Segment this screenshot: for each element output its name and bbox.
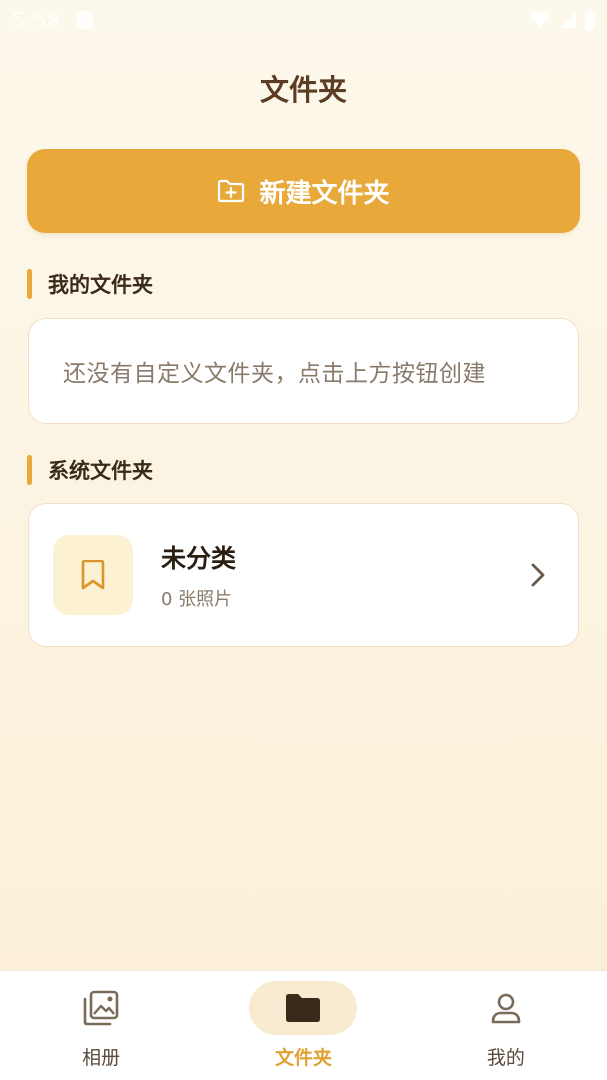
status-bar: 5:58 (0, 0, 607, 40)
chevron-right-icon (531, 563, 545, 587)
bottom-nav: 相册 文件夹 我的 (0, 970, 607, 1080)
folder-info: 未分类 0 张照片 (161, 539, 236, 611)
folder-icon (286, 994, 321, 1022)
nav-label-me: 我的 (486, 1047, 525, 1069)
section-accent-bar (27, 269, 32, 299)
nav-icon-wrap (47, 981, 155, 1035)
system-folders-heading-text: 系统文件夹 (48, 459, 153, 483)
nav-item-folder[interactable]: 文件夹 (202, 971, 404, 1080)
signal-icon (560, 12, 576, 28)
album-icon (83, 990, 119, 1026)
my-folders-heading-text: 我的文件夹 (48, 273, 153, 297)
status-left: 5:58 (12, 8, 93, 32)
section-accent-bar (27, 455, 32, 485)
new-folder-button[interactable]: 新建文件夹 (27, 149, 580, 233)
folder-photo-count: 0 张照片 (161, 589, 233, 610)
empty-folders-message: 还没有自定义文件夹，点击上方按钮创建 (63, 361, 486, 387)
folder-plus-icon (217, 177, 245, 205)
nav-icon-wrap-active (249, 981, 358, 1035)
nav-label-album: 相册 (82, 1047, 121, 1069)
system-folders-heading: 系统文件夹 (27, 455, 153, 485)
nav-item-album[interactable]: 相册 (0, 971, 202, 1080)
new-folder-label: 新建文件夹 (259, 178, 390, 209)
nav-label-folder: 文件夹 (274, 1047, 332, 1069)
page-title: 文件夹 (259, 73, 347, 107)
empty-folders-card: 还没有自定义文件夹，点击上方按钮创建 (28, 318, 579, 424)
nav-icon-wrap (452, 981, 560, 1035)
wifi-icon (529, 11, 551, 28)
bookmark-icon (81, 560, 105, 590)
folder-icon-box (53, 535, 133, 615)
my-folders-heading: 我的文件夹 (27, 269, 153, 299)
nav-item-me[interactable]: 我的 (405, 971, 607, 1080)
status-time: 5:58 (12, 8, 61, 32)
battery-icon (585, 10, 595, 30)
status-right (529, 10, 595, 30)
folder-item-uncategorized[interactable]: 未分类 0 张照片 (28, 503, 579, 647)
user-icon (491, 993, 521, 1024)
notification-icon (76, 11, 93, 29)
folder-name: 未分类 (161, 544, 237, 573)
